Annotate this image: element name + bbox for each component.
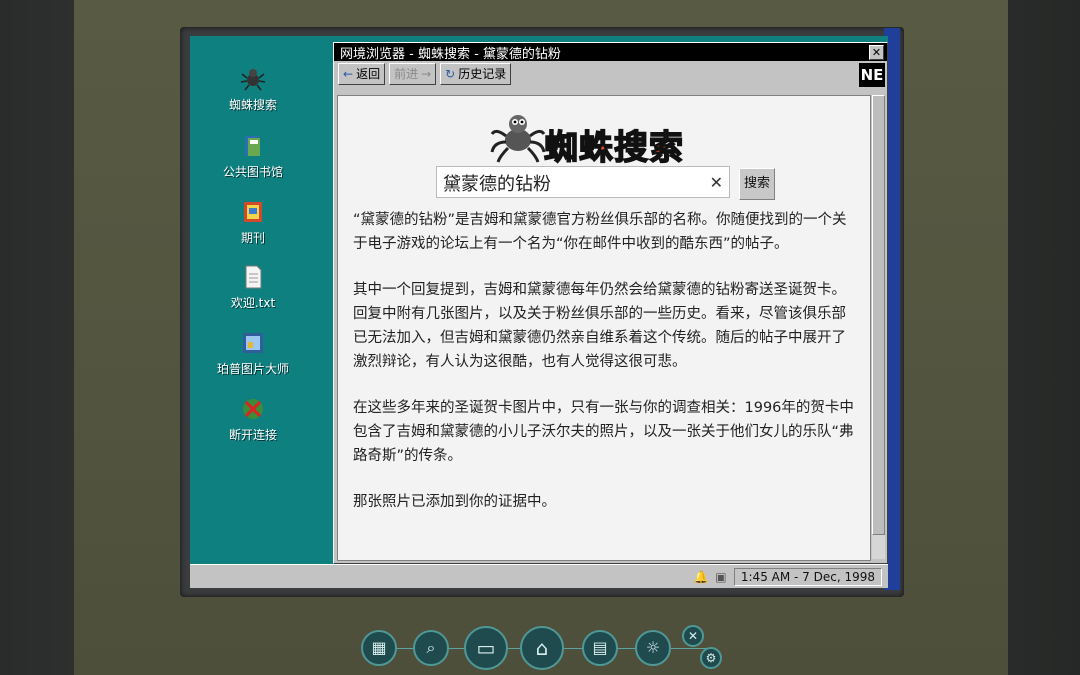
home-icon[interactable]: ⌂ — [520, 626, 564, 670]
close-button[interactable]: ✕ — [869, 45, 884, 60]
scrollbar-thumb[interactable] — [872, 95, 885, 535]
tools-icon[interactable]: ✕ — [682, 625, 704, 647]
forward-button[interactable]: 前进 → — [389, 63, 437, 85]
search-input[interactable] — [437, 167, 695, 199]
desktop-icon-label: 公共图书馆 — [222, 165, 283, 179]
disconnect-icon — [240, 396, 266, 422]
desktop-screen: 蜘蛛搜索 公共图书馆 期刊 欢迎.txt 珀普图片大师 断开连接 网境浏览器 -… — [190, 36, 888, 588]
desktop-icon-journal[interactable]: 期刊 — [198, 199, 308, 246]
page-content: 蜘蛛搜索 ✕ 搜索 “黛蒙德的钻粉”是吉姆和黛蒙德官方粉丝俱乐部的名称。你随便找… — [337, 95, 871, 561]
back-button[interactable]: ← 返回 — [338, 63, 386, 85]
spider-search-logo: 蜘蛛搜索 — [488, 106, 728, 169]
magnifier-icon[interactable]: ⌕ — [413, 630, 449, 666]
search-field[interactable]: ✕ — [436, 166, 730, 199]
hint-icon[interactable]: ☼ — [635, 630, 671, 666]
desktop-icon-label: 断开连接 — [228, 428, 277, 442]
arrow-left-icon: ← — [343, 67, 354, 81]
book-icon — [240, 133, 266, 159]
search-result-article: “黛蒙德的钻粉”是吉姆和黛蒙德官方粉丝俱乐部的名称。你随便找到的一个关于电子游戏… — [353, 208, 858, 536]
back-label: 返回 — [356, 67, 381, 81]
browser-logo: NE — [859, 63, 885, 87]
system-tray: 🔔 ▣ 1:45 AM - 7 Dec, 1998 — [694, 567, 882, 586]
search-button[interactable]: 搜索 — [739, 168, 775, 200]
forward-label: 前进 — [394, 67, 419, 81]
settings-icon[interactable]: ⚙ — [700, 647, 722, 669]
browser-window: 网境浏览器 - 蜘蛛搜索 - 黛蒙德的钻粉 ✕ ← 返回 前进 → ↻ 历史记录… — [333, 42, 888, 564]
desktop-icon-image-master[interactable]: 珀普图片大师 — [198, 330, 308, 377]
desktop-icon-public-library[interactable]: 公共图书馆 — [198, 133, 308, 180]
window-title: 网境浏览器 - 蜘蛛搜索 - 黛蒙德的钻粉 — [340, 46, 561, 62]
desktop-icon-spider-search[interactable]: 蜘蛛搜索 — [198, 66, 308, 113]
clear-icon[interactable]: ✕ — [710, 173, 723, 192]
window-titlebar[interactable]: 网境浏览器 - 蜘蛛搜索 - 黛蒙德的钻粉 ✕ — [334, 43, 887, 62]
spider-logo-icon — [490, 115, 546, 163]
bell-icon[interactable]: 🔔 — [694, 570, 709, 584]
spider-icon — [240, 66, 266, 92]
desktop-icon-label: 期刊 — [240, 231, 265, 245]
taskbar-clock: 1:45 AM - 7 Dec, 1998 — [733, 567, 882, 586]
text-file-icon — [240, 264, 266, 290]
history-label: 历史记录 — [458, 67, 507, 81]
board-icon[interactable]: ▦ — [361, 630, 397, 666]
browser-toolbar: ← 返回 前进 → ↻ 历史记录 NE — [334, 61, 887, 87]
article-paragraph: 那张照片已添加到你的证据中。 — [353, 494, 556, 510]
magazine-icon — [240, 199, 266, 225]
arrow-right-icon: → — [421, 67, 432, 81]
image-editor-icon — [240, 330, 266, 356]
article-paragraph: 其中一个回复提到，吉姆和黛蒙德每年仍然会给黛蒙德的钻粉寄送圣诞贺卡。回复中附有几… — [353, 282, 846, 370]
package-icon[interactable]: ▣ — [714, 570, 728, 584]
notebook-icon[interactable]: ▤ — [582, 630, 618, 666]
computer-icon[interactable]: ▭ — [464, 626, 508, 670]
game-dock: ▦ ⌕ ▭ ⌂ ▤ ☼ ✕ ⚙ — [358, 625, 738, 671]
taskbar: 🔔 ▣ 1:45 AM - 7 Dec, 1998 — [190, 564, 888, 588]
vertical-scrollbar[interactable] — [872, 95, 885, 559]
article-paragraph: “黛蒙德的钻粉”是吉姆和黛蒙德官方粉丝俱乐部的名称。你随便找到的一个关于电子游戏… — [353, 212, 847, 252]
history-icon: ↻ — [445, 67, 456, 81]
spider-search-wordmark: 蜘蛛搜索 — [543, 127, 684, 169]
desktop-icon-label: 欢迎.txt — [230, 296, 276, 310]
desktop-icon-disconnect[interactable]: 断开连接 — [198, 396, 308, 443]
history-button[interactable]: ↻ 历史记录 — [440, 63, 512, 85]
desktop-icon-welcome-txt[interactable]: 欢迎.txt — [198, 264, 308, 311]
desktop-icon-label: 蜘蛛搜索 — [228, 98, 277, 112]
desktop-icon-label: 珀普图片大师 — [216, 362, 289, 376]
article-paragraph: 在这些多年来的圣诞贺卡图片中，只有一张与你的调查相关：1996年的贺卡中包含了吉… — [353, 400, 854, 464]
